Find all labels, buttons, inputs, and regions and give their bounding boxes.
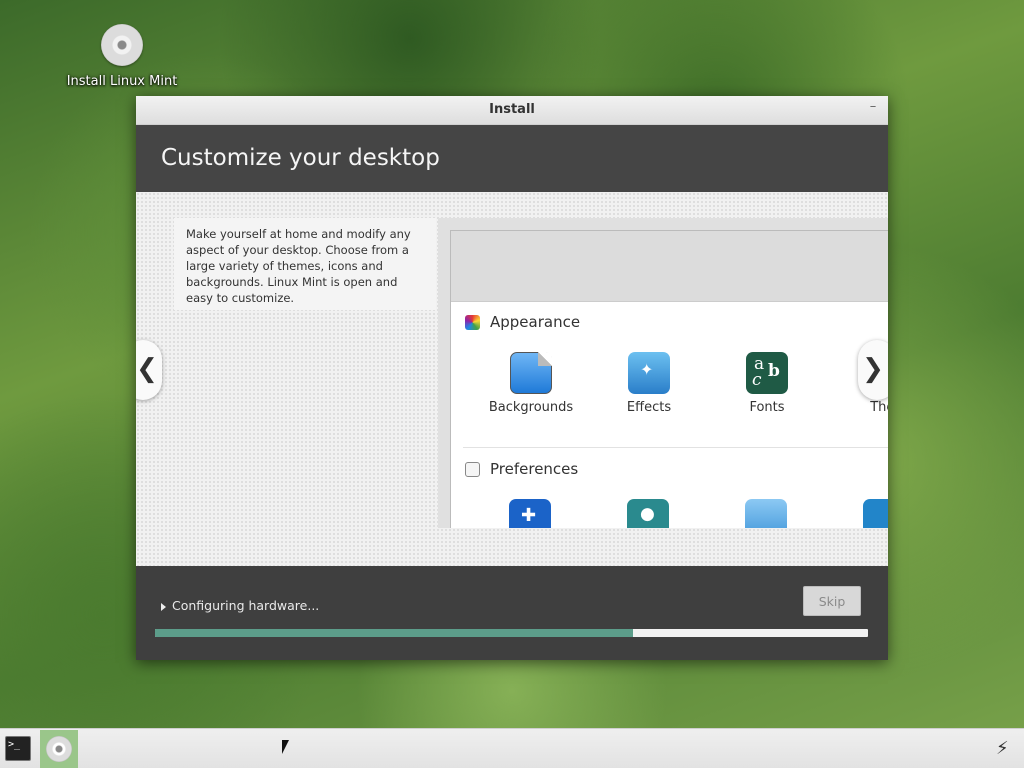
desktop-icon-label: Install Linux Mint (66, 74, 178, 89)
window-title: Install (489, 102, 535, 117)
slideshow-content: Make yourself at home and modify any asp… (136, 192, 888, 566)
install-window: Install – Customize your desktop Make yo… (136, 96, 888, 660)
slide-description: Make yourself at home and modify any asp… (174, 218, 436, 310)
effects-icon (628, 352, 670, 394)
previous-slide-button[interactable]: ❮ (136, 340, 162, 400)
progress-fill (155, 629, 633, 637)
fonts-label: Fonts (749, 400, 785, 415)
account-icon (627, 499, 669, 528)
accessibility-icon (509, 499, 551, 528)
window-titlebar[interactable]: Install – (136, 96, 888, 125)
effects-label: Effects (626, 400, 672, 415)
backgrounds-icon (510, 352, 552, 394)
disc-icon (46, 736, 72, 762)
section-divider (463, 447, 888, 448)
terminal-icon[interactable]: >_ (5, 736, 31, 761)
install-footer: Configuring hardware... Skip (136, 566, 888, 660)
effects-item: Effects (599, 352, 699, 415)
fonts-icon: acb (746, 352, 788, 394)
clock-icon (863, 499, 888, 528)
slide-screenshot: Appearance Backgrounds Effects acb Fonts (438, 218, 888, 528)
backgrounds-item: Backgrounds (481, 352, 581, 415)
minimize-button[interactable]: – (866, 100, 880, 116)
preferences-section: Preferences (465, 460, 578, 478)
status-text: Configuring hardware... (172, 598, 320, 613)
taskbar: >_ ⚡ (0, 728, 1024, 768)
appearance-label: Appearance (490, 313, 581, 331)
mouse-pointer-icon (282, 740, 289, 754)
disc-icon (101, 24, 143, 66)
fonts-item: acb Fonts (717, 352, 817, 415)
page-header: Customize your desktop (136, 125, 888, 192)
preferences-icon (465, 461, 480, 477)
backgrounds-label: Backgrounds (488, 400, 574, 415)
preference-app-icon (745, 499, 787, 528)
network-icon[interactable]: ⚡ (996, 739, 1016, 759)
preview-toolbar (451, 231, 888, 302)
install-status[interactable]: Configuring hardware... (161, 598, 319, 613)
settings-window-preview: Appearance Backgrounds Effects acb Fonts (450, 230, 888, 528)
taskbar-install-app[interactable] (40, 730, 78, 768)
appearance-section: Appearance (465, 313, 580, 331)
install-linux-mint-desktop-icon[interactable]: Install Linux Mint (62, 24, 182, 89)
themes-label: Ther (870, 400, 888, 415)
expand-triangle-icon (161, 602, 166, 611)
appearance-icon (465, 314, 480, 330)
next-slide-button[interactable]: ❯ (858, 340, 888, 400)
preferences-label: Preferences (490, 460, 579, 478)
skip-button[interactable]: Skip (803, 586, 861, 616)
install-progress-bar (155, 629, 868, 637)
page-title: Customize your desktop (161, 145, 440, 171)
